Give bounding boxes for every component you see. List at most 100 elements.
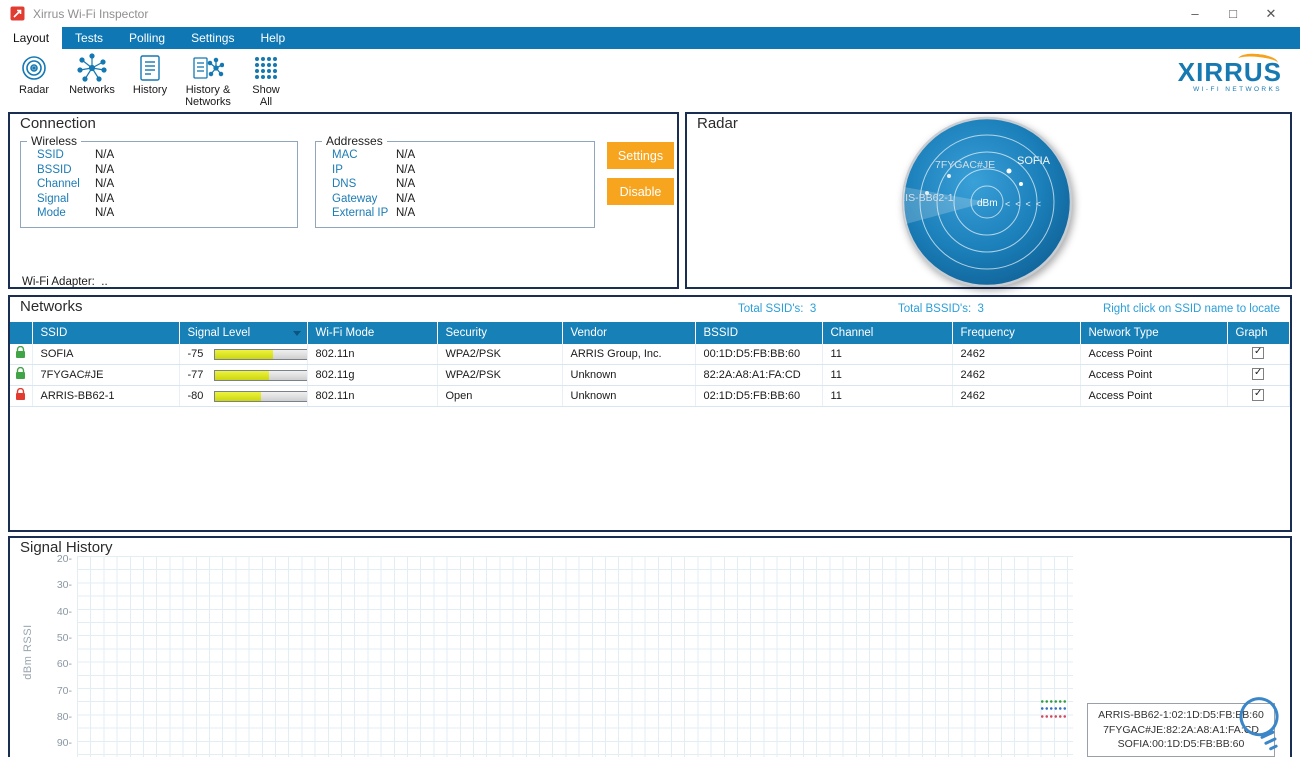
signal-history-panel: Signal History dBm RSSI 20 30 40 50 60 7…	[8, 536, 1292, 757]
settings-button[interactable]: Settings	[607, 142, 674, 169]
cell-security: WPA2/PSK	[437, 364, 563, 386]
header-security[interactable]: Security	[437, 322, 563, 344]
y-tick: 40	[57, 606, 72, 618]
minimize-button[interactable]: –	[1176, 6, 1214, 22]
wifi-adapter-value: ..	[101, 276, 108, 288]
total-ssids: Total SSID's: 3	[738, 303, 817, 315]
radar-panel: Radar SOFIA 7FYGAC#JE ARRIS-BB62-1 dBm <…	[685, 112, 1292, 289]
wifi-adapter-label: Wi-Fi Adapter:	[22, 276, 95, 288]
tool-label: History & Networks	[185, 84, 231, 108]
header-frequency[interactable]: Frequency	[952, 322, 1081, 344]
graph-checkbox[interactable]	[1252, 388, 1264, 401]
cell-bssid: 02:1D:D5:FB:BB:60	[695, 385, 823, 407]
window-controls: – □ ✕	[1176, 6, 1290, 22]
cell-channel: 11	[822, 364, 953, 386]
header-channel[interactable]: Channel	[822, 322, 953, 344]
titlebar: Xirrus Wi-Fi Inspector – □ ✕	[0, 0, 1300, 27]
networks-icon	[77, 52, 107, 84]
tab-settings[interactable]: Settings	[178, 27, 247, 49]
series-dots-arris	[1040, 715, 1068, 718]
maximize-button[interactable]: □	[1214, 6, 1252, 22]
y-axis-label: dBm RSSI	[22, 624, 34, 680]
history-networks-icon	[192, 52, 224, 84]
signal-history-chart	[77, 556, 1073, 757]
y-tick: 50	[57, 632, 72, 644]
radar-blip-label: 7FYGAC#JE	[935, 159, 995, 171]
history-icon	[137, 52, 163, 84]
table-header-row: SSID Signal Level Wi-Fi Mode Security Ve…	[10, 322, 1290, 344]
table-row[interactable]: 7FYGAC#JE -77 802.11g WPA2/PSK Unknown 8…	[10, 364, 1290, 386]
wifi-adapter-line: Wi-Fi Adapter: ..	[22, 276, 108, 288]
tab-tests[interactable]: Tests	[62, 27, 116, 49]
tab-polling[interactable]: Polling	[116, 27, 178, 49]
radar-view-button[interactable]: Radar	[6, 52, 62, 111]
tool-label: History	[132, 84, 168, 96]
show-all-icon	[253, 52, 279, 84]
total-bssids: Total BSSID's: 3	[898, 303, 984, 315]
table-row[interactable]: SOFIA -75 802.11n WPA2/PSK ARRIS Group, …	[10, 344, 1290, 365]
y-tick: 80	[57, 711, 72, 723]
cell-wifi-mode: 802.11g	[307, 364, 438, 386]
history-view-button[interactable]: History	[122, 52, 178, 111]
signal-bar	[213, 369, 306, 381]
tab-layout[interactable]: Layout	[0, 27, 63, 49]
connection-title: Connection	[20, 115, 96, 132]
addresses-group: Addresses MAC N/A IP N/A DNS N/A Gateway N/A…	[315, 134, 595, 228]
radar-blip-label: ARRIS-BB62-1	[883, 192, 954, 204]
cell-vendor: ARRIS Group, Inc.	[562, 344, 696, 365]
header-ssid[interactable]: SSID	[32, 322, 180, 344]
cell-frequency: 2462	[952, 364, 1081, 386]
networks-title: Networks	[20, 298, 83, 315]
graph-checkbox[interactable]	[1252, 367, 1264, 380]
cell-signal: -75	[179, 344, 308, 365]
tool-label: Show All	[252, 84, 280, 108]
wireless-group: Wireless SSID N/A BSSID N/A Channel N/A Sig…	[20, 134, 298, 228]
header-graph[interactable]: Graph	[1227, 322, 1290, 344]
networks-view-button[interactable]: Networks	[64, 52, 120, 111]
header-wifi-mode[interactable]: Wi-Fi Mode	[307, 322, 438, 344]
tab-help[interactable]: Help	[247, 27, 298, 49]
table-row[interactable]: ARRIS-BB62-1 -80 802.11n Open Unknown 02…	[10, 385, 1290, 407]
window-title: Xirrus Wi-Fi Inspector	[33, 6, 149, 21]
cell-signal: -77	[179, 364, 308, 386]
cell-channel: 11	[822, 344, 953, 365]
close-button[interactable]: ✕	[1252, 6, 1290, 22]
header-network-type[interactable]: Network Type	[1080, 322, 1228, 344]
cell-bssid: 00:1D:D5:FB:BB:60	[695, 344, 823, 365]
disable-button[interactable]: Disable	[607, 178, 674, 205]
radar-dot	[947, 174, 951, 178]
cell-frequency: 2462	[952, 385, 1081, 407]
graph-checkbox[interactable]	[1252, 346, 1264, 359]
history-networks-view-button[interactable]: History & Networks	[180, 52, 236, 111]
y-tick: 70	[57, 685, 72, 697]
connection-panel: Connection Wireless SSID N/A BSSID N/A Cha…	[8, 112, 679, 289]
cell-ssid: SOFIA	[32, 344, 180, 365]
cell-vendor: Unknown	[562, 385, 696, 407]
cell-security: Open	[437, 385, 563, 407]
locate-hint: Right click on SSID name to locate	[1102, 303, 1280, 315]
series-dots-sofia	[1040, 700, 1068, 703]
field-mode: Mode N/A	[37, 207, 115, 219]
cell-wifi-mode: 802.11n	[307, 385, 438, 407]
header-lock	[10, 322, 33, 344]
cell-frequency: 2462	[952, 344, 1081, 365]
y-tick: 90	[57, 737, 72, 749]
header-vendor[interactable]: Vendor	[562, 322, 696, 344]
wireless-group-title: Wireless	[31, 134, 78, 148]
lock-icon	[15, 367, 26, 380]
series-dots-7fygac	[1040, 707, 1068, 710]
show-all-button[interactable]: Show All	[238, 52, 294, 111]
cell-vendor: Unknown	[562, 364, 696, 386]
header-bssid[interactable]: BSSID	[695, 322, 823, 344]
field-ip: IP N/A	[332, 163, 416, 176]
header-signal-level[interactable]: Signal Level	[179, 322, 308, 344]
signal-bar	[213, 390, 306, 402]
networks-panel: Networks Total SSID's: 3 Total BSSID's: …	[8, 295, 1292, 532]
cell-network-type: Access Point	[1080, 344, 1228, 365]
cell-security: WPA2/PSK	[437, 344, 563, 365]
radar-center-label: dBm	[977, 198, 998, 209]
signal-bar	[213, 348, 306, 360]
cell-ssid: 7FYGAC#JE	[32, 364, 180, 386]
y-tick: 60	[57, 658, 72, 670]
radar-dot	[1006, 168, 1012, 174]
